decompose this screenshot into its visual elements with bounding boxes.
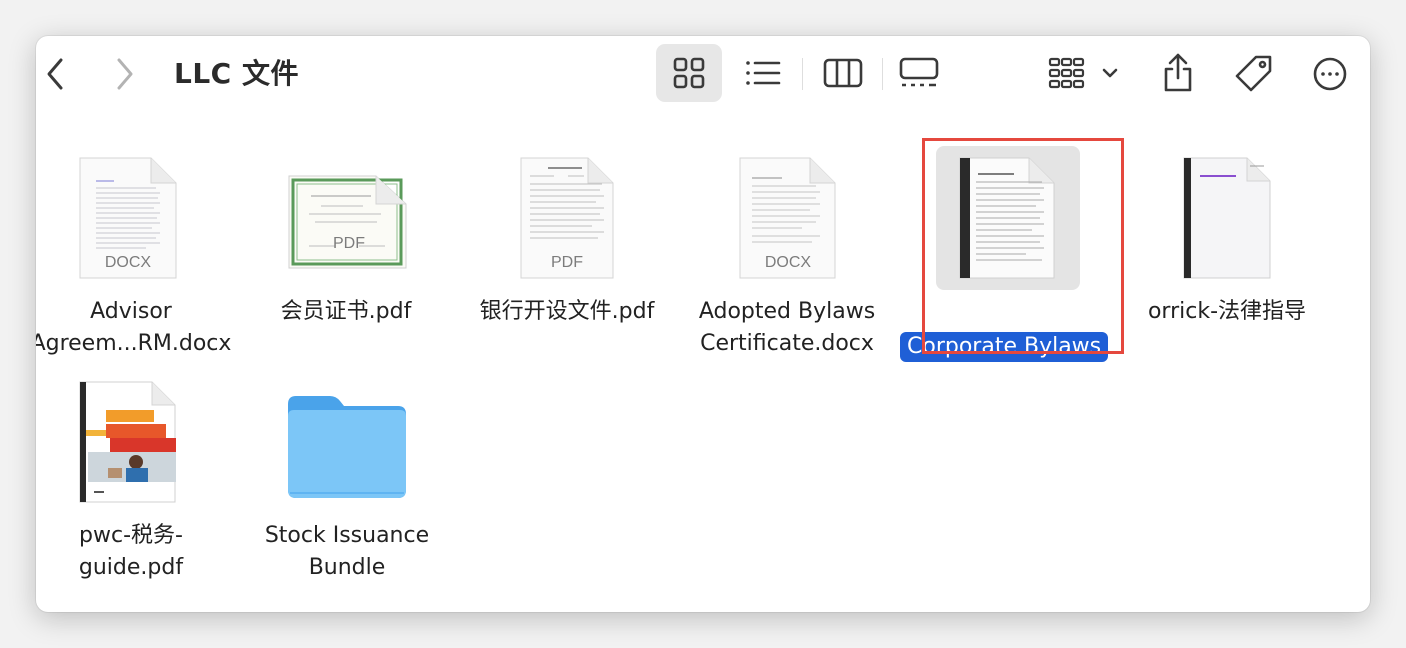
document-file-icon: [1183, 157, 1271, 279]
file-item[interactable]: pwc-税务- guide.pdf: [36, 376, 226, 596]
chevron-left-icon[interactable]: [40, 54, 70, 94]
docx-file-icon: DOCX: [739, 157, 836, 279]
share-icon[interactable]: [1158, 50, 1198, 96]
column-view-icon[interactable]: [820, 54, 866, 92]
svg-text:PDF: PDF: [551, 254, 583, 271]
file-name: pwc-税务-: [79, 523, 183, 548]
tag-icon[interactable]: [1232, 52, 1276, 96]
file-item[interactable]: DOCX Advisor Agreem...RM.docx: [36, 152, 231, 372]
file-item[interactable]: PDF 银行开设文件.pdf: [472, 152, 662, 372]
file-name: Adopted Bylaws: [698, 299, 876, 324]
svg-text:DOCX: DOCX: [765, 254, 812, 271]
file-name: guide.pdf: [78, 555, 184, 580]
group-icon[interactable]: [1046, 54, 1122, 92]
svg-text:DOCX: DOCX: [105, 254, 152, 271]
chevron-right-icon[interactable]: [110, 54, 140, 94]
gallery-view-icon[interactable]: [896, 54, 942, 92]
grid-view-icon[interactable]: [666, 54, 712, 92]
pdf-file-icon: [79, 381, 176, 503]
highlight-box: [922, 138, 1124, 354]
pdf-file-icon: PDF: [520, 157, 614, 279]
list-view-icon[interactable]: [740, 54, 786, 92]
file-name: Stock Issuance: [264, 523, 430, 548]
pdf-file-icon: PDF: [288, 175, 407, 269]
file-name: 会员证书.pdf: [280, 299, 412, 324]
file-name: Certificate.docx: [700, 331, 874, 356]
toolbar: LLC 文件: [36, 36, 1370, 114]
svg-text:PDF: PDF: [333, 235, 365, 252]
file-name: Agreem...RM.docx: [36, 331, 232, 356]
file-item[interactable]: PDF 会员证书.pdf: [251, 152, 441, 372]
window-title: LLC 文件: [174, 57, 299, 90]
file-item[interactable]: DOCX Adopted Bylaws Certificate.docx: [692, 152, 882, 372]
docx-file-icon: DOCX: [79, 157, 177, 279]
folder-icon: [288, 396, 406, 498]
toolbar-separator: [802, 58, 803, 90]
file-name: Bundle: [308, 555, 386, 580]
file-name: 银行开设文件.pdf: [479, 299, 655, 324]
finder-window: LLC 文件 DOCX Advisor Agreem...RM.docx PDF…: [36, 36, 1370, 612]
file-item[interactable]: orrick-法律指导: [1132, 152, 1322, 372]
folder-item[interactable]: Stock Issuance Bundle: [252, 376, 442, 596]
file-name: Advisor: [90, 299, 172, 324]
file-name: orrick-法律指导: [1147, 299, 1307, 324]
toolbar-separator: [882, 58, 883, 90]
ellipsis-icon[interactable]: [1310, 54, 1350, 94]
